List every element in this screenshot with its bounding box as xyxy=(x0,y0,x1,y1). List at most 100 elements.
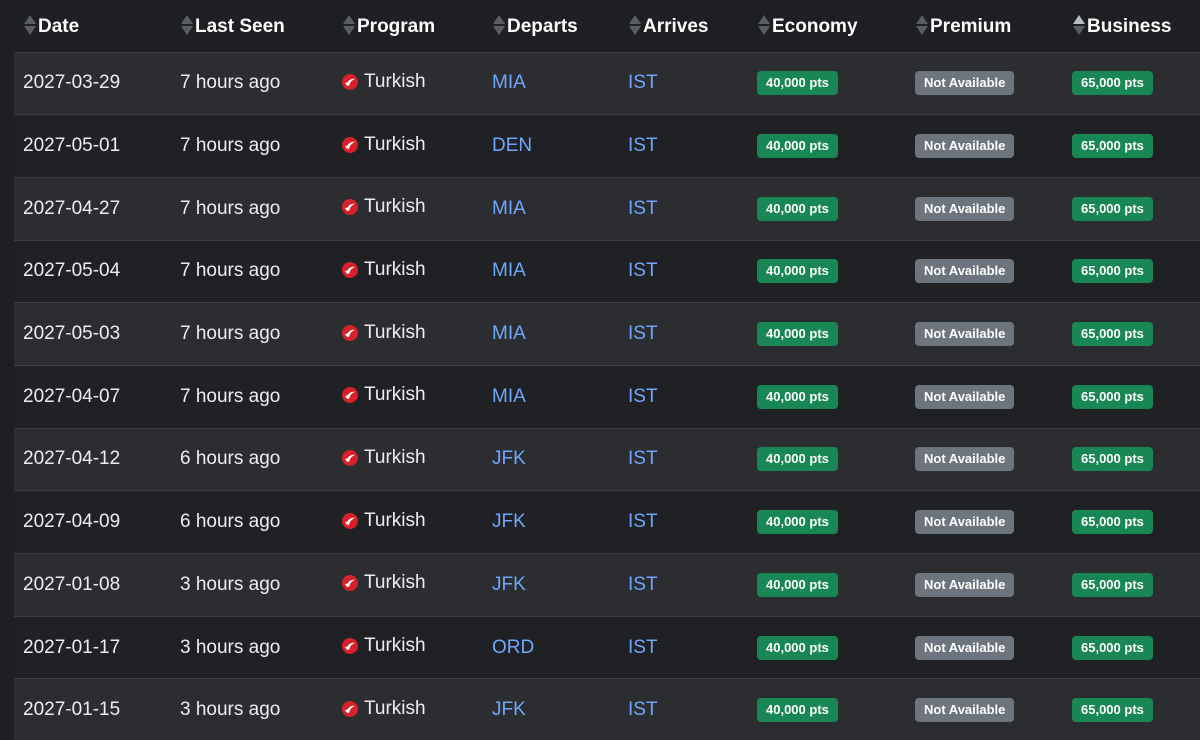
business-badge[interactable]: 65,000 pts xyxy=(1072,635,1153,660)
business-badge[interactable]: 65,000 pts xyxy=(1072,447,1153,472)
column-header-departs[interactable]: Departs xyxy=(483,0,619,53)
sort-icon xyxy=(916,14,928,36)
premium-badge: Not Available xyxy=(915,698,1015,723)
arrives-airport-link[interactable]: IST xyxy=(628,72,658,93)
arrives-airport-link[interactable]: IST xyxy=(628,323,658,344)
departs-airport-link[interactable]: DEN xyxy=(492,135,532,156)
departs-airport-link[interactable]: ORD xyxy=(492,637,534,658)
column-header-economy[interactable]: Economy xyxy=(748,0,906,53)
business-badge[interactable]: 65,000 pts xyxy=(1072,134,1153,159)
date-cell: 2027-04-27 xyxy=(14,177,171,241)
economy-cell: 40,000 pts xyxy=(748,678,906,740)
table-row[interactable]: 2027-01-08 3 hours ago Turkish JFK IST 4… xyxy=(14,553,1200,617)
column-header-label: Premium xyxy=(930,15,1012,37)
arrives-airport-link[interactable]: IST xyxy=(628,637,658,658)
business-badge[interactable]: 65,000 pts xyxy=(1072,196,1153,221)
program-cell: Turkish xyxy=(333,302,483,366)
date-cell: 2027-04-09 xyxy=(14,490,171,554)
arrives-cell: IST xyxy=(619,678,748,740)
economy-badge[interactable]: 40,000 pts xyxy=(757,698,838,723)
column-header-arrives[interactable]: Arrives xyxy=(619,0,748,53)
table-row[interactable]: 2027-04-07 7 hours ago Turkish MIA IST 4… xyxy=(14,365,1200,429)
sort-icon xyxy=(758,14,770,36)
column-header-date[interactable]: Date xyxy=(14,0,171,53)
column-header-label: Business xyxy=(1087,15,1172,37)
economy-cell: 40,000 pts xyxy=(748,428,906,492)
economy-badge[interactable]: 40,000 pts xyxy=(757,196,838,221)
departs-airport-link[interactable]: JFK xyxy=(492,448,526,469)
table-row[interactable]: 2027-05-01 7 hours ago Turkish DEN IST 4… xyxy=(14,114,1200,178)
arrives-cell: IST xyxy=(619,52,748,116)
business-badge[interactable]: 65,000 pts xyxy=(1072,572,1153,597)
table-row[interactable]: 2027-04-09 6 hours ago Turkish JFK IST 4… xyxy=(14,490,1200,554)
date-text: 2027-04-09 xyxy=(23,511,121,533)
table-row[interactable]: 2027-01-15 3 hours ago Turkish JFK IST 4… xyxy=(14,678,1200,740)
business-badge[interactable]: 65,000 pts xyxy=(1072,698,1153,723)
date-text: 2027-01-17 xyxy=(23,636,121,658)
sort-icon xyxy=(629,14,641,36)
table-row[interactable]: 2027-05-03 7 hours ago Turkish MIA IST 4… xyxy=(14,302,1200,366)
last-seen-cell: 6 hours ago xyxy=(171,428,333,492)
premium-badge: Not Available xyxy=(915,384,1015,409)
arrives-airport-link[interactable]: IST xyxy=(628,448,658,469)
departs-airport-link[interactable]: JFK xyxy=(492,511,526,532)
arrives-airport-link[interactable]: IST xyxy=(628,511,658,532)
economy-badge[interactable]: 40,000 pts xyxy=(757,134,838,159)
business-badge[interactable]: 65,000 pts xyxy=(1072,510,1153,535)
column-header-premium[interactable]: Premium xyxy=(906,0,1063,53)
date-text: 2027-05-04 xyxy=(23,260,121,282)
date-text: 2027-01-08 xyxy=(23,573,121,595)
last-seen-text: 7 hours ago xyxy=(180,197,281,219)
departs-airport-link[interactable]: MIA xyxy=(492,386,526,407)
table-row[interactable]: 2027-05-04 7 hours ago Turkish MIA IST 4… xyxy=(14,240,1200,304)
departs-airport-link[interactable]: MIA xyxy=(492,260,526,281)
economy-badge[interactable]: 40,000 pts xyxy=(757,635,838,660)
economy-badge[interactable]: 40,000 pts xyxy=(757,447,838,472)
economy-badge[interactable]: 40,000 pts xyxy=(757,71,838,96)
table-row[interactable]: 2027-01-17 3 hours ago Turkish ORD IST 4… xyxy=(14,616,1200,680)
economy-badge[interactable]: 40,000 pts xyxy=(757,259,838,284)
business-badge[interactable]: 65,000 pts xyxy=(1072,322,1153,347)
business-badge[interactable]: 65,000 pts xyxy=(1072,71,1153,96)
economy-badge[interactable]: 40,000 pts xyxy=(757,384,838,409)
premium-badge: Not Available xyxy=(915,635,1015,660)
arrives-airport-link[interactable]: IST xyxy=(628,260,658,281)
premium-badge: Not Available xyxy=(915,572,1015,597)
arrives-airport-link[interactable]: IST xyxy=(628,699,658,720)
departs-airport-link[interactable]: MIA xyxy=(492,198,526,219)
economy-badge[interactable]: 40,000 pts xyxy=(757,322,838,347)
business-cell: 65,000 pts xyxy=(1063,177,1200,241)
table-row[interactable]: 2027-03-29 7 hours ago Turkish MIA IST 4… xyxy=(14,52,1200,116)
departs-cell: JFK xyxy=(483,553,619,617)
table-header: Date Last Seen Program Departs Arrives E… xyxy=(14,0,1200,53)
departs-airport-link[interactable]: MIA xyxy=(492,323,526,344)
arrives-airport-link[interactable]: IST xyxy=(628,135,658,156)
premium-cell: Not Available xyxy=(906,428,1063,492)
program-cell: Turkish xyxy=(333,428,483,492)
business-badge[interactable]: 65,000 pts xyxy=(1072,384,1153,409)
turkish-airlines-icon xyxy=(342,575,358,592)
economy-badge[interactable]: 40,000 pts xyxy=(757,510,838,535)
column-header-program[interactable]: Program xyxy=(333,0,483,53)
departs-airport-link[interactable]: MIA xyxy=(492,72,526,93)
date-text: 2027-04-27 xyxy=(23,197,121,219)
premium-badge: Not Available xyxy=(915,510,1015,535)
business-badge[interactable]: 65,000 pts xyxy=(1072,259,1153,284)
business-cell: 65,000 pts xyxy=(1063,114,1200,178)
economy-cell: 40,000 pts xyxy=(748,616,906,680)
column-header-business[interactable]: Business xyxy=(1063,0,1200,53)
last-seen-cell: 3 hours ago xyxy=(171,678,333,740)
table-row[interactable]: 2027-04-27 7 hours ago Turkish MIA IST 4… xyxy=(14,177,1200,241)
table-row[interactable]: 2027-04-12 6 hours ago Turkish JFK IST 4… xyxy=(14,428,1200,492)
date-cell: 2027-03-29 xyxy=(14,52,171,116)
column-header-last-seen[interactable]: Last Seen xyxy=(171,0,333,53)
departs-airport-link[interactable]: JFK xyxy=(492,699,526,720)
arrives-airport-link[interactable]: IST xyxy=(628,386,658,407)
award-results-table: Date Last Seen Program Departs Arrives E… xyxy=(14,0,1200,740)
date-cell: 2027-01-15 xyxy=(14,678,171,740)
economy-badge[interactable]: 40,000 pts xyxy=(757,572,838,597)
arrives-airport-link[interactable]: IST xyxy=(628,574,658,595)
departs-airport-link[interactable]: JFK xyxy=(492,574,526,595)
arrives-airport-link[interactable]: IST xyxy=(628,198,658,219)
date-cell: 2027-04-12 xyxy=(14,428,171,492)
